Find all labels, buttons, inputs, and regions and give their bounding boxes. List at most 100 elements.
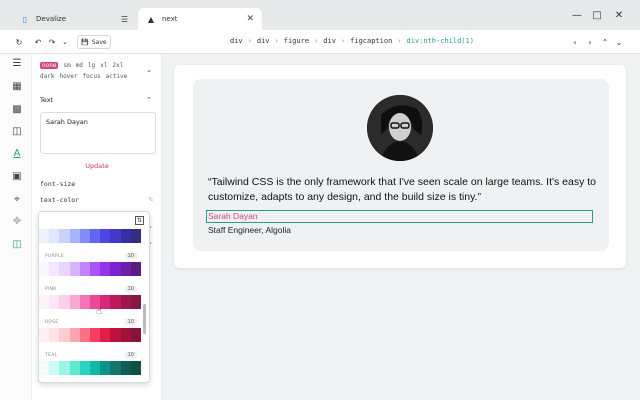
color-swatch[interactable] bbox=[39, 262, 50, 276]
color-swatch[interactable] bbox=[79, 328, 91, 342]
color-swatch[interactable] bbox=[59, 328, 70, 342]
color-swatch[interactable] bbox=[120, 361, 131, 375]
edit-icon[interactable]: ✎ bbox=[148, 196, 154, 204]
chevron-down-icon[interactable]: ⌄ bbox=[614, 35, 624, 49]
breadcrumb-item-current[interactable]: div:nth-child(1) bbox=[407, 37, 474, 45]
color-swatch[interactable] bbox=[69, 361, 80, 375]
color-swatch[interactable] bbox=[90, 262, 101, 276]
redo-icon[interactable]: ↷ bbox=[47, 35, 57, 49]
font-size-property[interactable]: font-size bbox=[40, 180, 75, 188]
state-active[interactable]: active bbox=[106, 73, 128, 80]
color-swatch[interactable] bbox=[79, 229, 91, 243]
state-focus[interactable]: focus bbox=[83, 73, 101, 80]
tab-devalize[interactable]: ▯ Devalize ☰ bbox=[12, 8, 136, 30]
color-swatch[interactable] bbox=[49, 229, 60, 243]
menu-icon[interactable]: ☰ bbox=[121, 15, 128, 24]
save-button[interactable]: 💾 Save bbox=[77, 35, 111, 49]
author-role[interactable]: Staff Engineer, Algolia bbox=[208, 225, 291, 235]
toggle-icon[interactable]: ⇅ bbox=[135, 216, 144, 225]
color-swatch[interactable] bbox=[90, 361, 101, 375]
chevron-up-icon[interactable]: ⌃ bbox=[146, 96, 152, 104]
chevron-right-icon[interactable]: › bbox=[585, 35, 595, 49]
typography-icon[interactable]: A bbox=[11, 148, 23, 160]
breakpoint-lg[interactable]: lg bbox=[88, 62, 95, 69]
close-tab-icon[interactable]: ✕ bbox=[246, 14, 254, 24]
state-hover[interactable]: hover bbox=[59, 73, 77, 80]
scrollbar-thumb[interactable] bbox=[143, 304, 146, 334]
image-icon[interactable]: ▩ bbox=[11, 104, 23, 116]
maximize-icon[interactable]: □ bbox=[588, 10, 606, 21]
color-swatch[interactable] bbox=[79, 361, 91, 375]
color-swatch[interactable] bbox=[59, 361, 70, 375]
breadcrumb-item[interactable]: div bbox=[257, 37, 270, 45]
color-swatch[interactable] bbox=[120, 229, 131, 243]
color-swatch[interactable] bbox=[59, 262, 70, 276]
color-swatch[interactable] bbox=[130, 361, 142, 375]
testimonial-quote[interactable]: “Tailwind CSS is the only framework that… bbox=[208, 175, 598, 205]
breadcrumb-item[interactable]: figcaption bbox=[350, 37, 392, 45]
breakpoint-md[interactable]: md bbox=[76, 62, 83, 69]
breadcrumb-item[interactable]: figure bbox=[284, 37, 309, 45]
update-button[interactable]: Update bbox=[32, 162, 162, 170]
color-swatch[interactable] bbox=[39, 229, 50, 243]
breakpoint-sm[interactable]: sm bbox=[63, 62, 70, 69]
component-icon[interactable]: ◫ bbox=[11, 239, 23, 251]
color-swatch[interactable] bbox=[69, 262, 80, 276]
undo-icon[interactable]: ↶ bbox=[33, 35, 43, 49]
color-swatch[interactable] bbox=[69, 229, 80, 243]
color-swatch[interactable] bbox=[79, 295, 91, 309]
text-content-field[interactable]: Sarah Dayan bbox=[40, 112, 156, 154]
crop-icon[interactable]: ⌖ bbox=[11, 194, 23, 206]
color-swatch[interactable] bbox=[90, 328, 101, 342]
text-color-property[interactable]: text-color bbox=[40, 196, 79, 204]
color-swatch[interactable] bbox=[130, 328, 142, 342]
color-swatch[interactable] bbox=[69, 295, 80, 309]
color-swatch[interactable] bbox=[110, 295, 121, 309]
state-dark[interactable]: dark bbox=[40, 73, 54, 80]
refresh-icon[interactable]: ↻ bbox=[12, 35, 26, 49]
layout-icon[interactable]: ▦ bbox=[11, 81, 23, 93]
tab-next[interactable]: ▲ next ✕ bbox=[138, 8, 262, 30]
color-swatch[interactable] bbox=[130, 262, 142, 276]
color-swatch[interactable] bbox=[90, 229, 101, 243]
color-swatch[interactable] bbox=[49, 262, 60, 276]
breadcrumb-item[interactable]: div bbox=[230, 37, 243, 45]
breadcrumb-item[interactable]: div bbox=[323, 37, 336, 45]
color-swatch[interactable] bbox=[49, 328, 60, 342]
color-swatch[interactable] bbox=[59, 295, 70, 309]
color-swatch[interactable] bbox=[120, 295, 131, 309]
breakpoint-xl[interactable]: xl bbox=[100, 62, 107, 69]
minimize-icon[interactable]: — bbox=[568, 10, 586, 21]
color-swatch[interactable] bbox=[110, 361, 121, 375]
color-swatch[interactable] bbox=[39, 361, 50, 375]
color-swatch[interactable] bbox=[100, 361, 111, 375]
color-swatch[interactable] bbox=[110, 262, 121, 276]
color-swatch[interactable] bbox=[39, 295, 50, 309]
color-swatch[interactable] bbox=[120, 328, 131, 342]
color-swatch[interactable] bbox=[79, 262, 91, 276]
breakpoint-none[interactable]: none bbox=[40, 62, 59, 69]
color-swatch[interactable] bbox=[39, 328, 50, 342]
color-swatch[interactable] bbox=[49, 295, 60, 309]
color-swatch[interactable] bbox=[100, 328, 111, 342]
color-swatch[interactable] bbox=[49, 361, 60, 375]
chevron-up-icon[interactable]: ⌃ bbox=[600, 35, 610, 49]
breakpoint-2xl[interactable]: 2xl bbox=[112, 62, 123, 69]
color-swatch[interactable] bbox=[110, 229, 121, 243]
chevron-down-icon[interactable]: ⌄ bbox=[60, 35, 70, 49]
color-swatch[interactable] bbox=[69, 328, 80, 342]
color-swatch[interactable] bbox=[100, 229, 111, 243]
author-name[interactable]: Sarah Dayan bbox=[206, 210, 593, 223]
chevron-left-icon[interactable]: ‹ bbox=[570, 35, 580, 49]
picture-icon[interactable]: ▣ bbox=[11, 171, 23, 183]
close-window-icon[interactable]: ✕ bbox=[610, 10, 628, 21]
chevron-down-icon[interactable]: ⌄ bbox=[146, 66, 152, 74]
color-swatch[interactable] bbox=[100, 262, 111, 276]
list-icon[interactable]: ☰ bbox=[11, 58, 23, 70]
color-swatch[interactable] bbox=[130, 229, 142, 243]
move-icon[interactable]: ✥ bbox=[11, 216, 23, 228]
color-swatch[interactable] bbox=[120, 262, 131, 276]
sidebar-icon[interactable]: ◫ bbox=[11, 126, 23, 138]
color-swatch[interactable] bbox=[110, 328, 121, 342]
color-swatch[interactable] bbox=[130, 295, 142, 309]
